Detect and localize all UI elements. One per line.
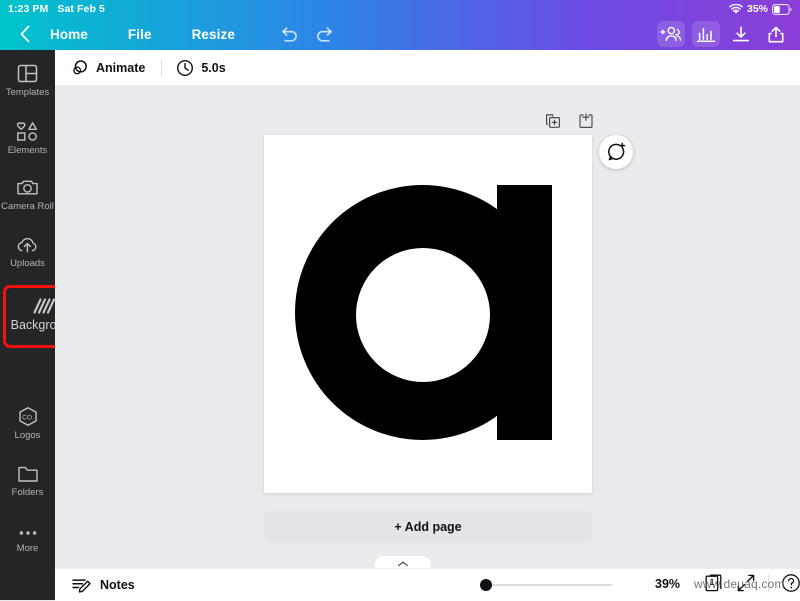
add-page-button-top[interactable]	[578, 113, 594, 129]
design-canvas[interactable]	[264, 135, 592, 493]
context-toolbar: Animate 5.0s	[55, 50, 800, 86]
chevron-left-icon	[19, 25, 31, 43]
menu-home[interactable]: Home	[40, 27, 98, 42]
back-button[interactable]	[8, 25, 42, 43]
uploads-icon	[16, 233, 39, 255]
comment-add-icon	[606, 142, 626, 162]
menu-resize[interactable]: Resize	[182, 27, 245, 42]
sidebar-label: Elements	[7, 145, 48, 156]
wifi-icon	[729, 3, 743, 15]
zoom-level: 39%	[655, 577, 681, 591]
folders-icon	[17, 462, 39, 484]
share-button[interactable]	[762, 21, 790, 47]
animate-label: Animate	[96, 60, 146, 75]
add-comment-button[interactable]	[599, 135, 633, 169]
sidebar-item-camera-roll[interactable]: Camera Roll	[0, 176, 55, 212]
duration-button[interactable]: 5.0s	[176, 59, 226, 77]
add-collaborator-button[interactable]	[657, 21, 685, 47]
sidebar-label: Logos	[14, 430, 41, 441]
canvas-letter-a-artwork	[264, 135, 592, 493]
camera-roll-icon	[16, 176, 39, 198]
zoom-slider-handle[interactable]	[480, 579, 492, 591]
download-button[interactable]	[727, 21, 755, 47]
insights-button[interactable]	[692, 21, 720, 47]
clock-icon	[176, 59, 194, 77]
page-tools	[545, 113, 594, 129]
battery-percent: 35%	[746, 3, 768, 15]
history-controls	[279, 25, 335, 43]
redo-icon[interactable]	[315, 25, 335, 43]
zoom-slider[interactable]	[480, 578, 615, 592]
logos-icon: CO.	[17, 405, 39, 427]
ios-status-bar: 1:23 PM Sat Feb 5 35%	[0, 0, 800, 18]
status-right-cluster: 35%	[729, 3, 792, 15]
notes-button[interactable]: Notes	[71, 576, 135, 594]
bottom-bar: Notes 39% 1	[55, 568, 800, 601]
top-gradient-header: 1:23 PM Sat Feb 5 35% Home File Resize	[0, 0, 800, 50]
sidebar-label: Camera Roll	[1, 201, 54, 212]
elements-icon	[16, 120, 39, 142]
sidebar-item-templates[interactable]: Templates	[0, 62, 55, 98]
sidebar-label: Templates	[5, 87, 50, 98]
background-icon	[30, 295, 58, 317]
sidebar-label: Folders	[11, 487, 44, 498]
sidebar-item-logos[interactable]: CO. Logos	[0, 405, 55, 441]
templates-icon	[17, 62, 38, 84]
status-time: 1:23 PM	[8, 3, 49, 15]
animate-icon	[70, 58, 89, 77]
notes-label: Notes	[100, 578, 135, 592]
duration-label: 5.0s	[201, 60, 226, 75]
sidebar-item-elements[interactable]: Elements	[0, 120, 55, 156]
add-page-label: + Add page	[394, 520, 462, 534]
sidebar-label: More	[16, 543, 39, 554]
battery-icon	[772, 3, 792, 15]
menu-file[interactable]: File	[118, 27, 162, 42]
animate-button[interactable]: Animate	[70, 58, 145, 77]
svg-text:CO.: CO.	[22, 414, 34, 421]
add-collaborator-icon	[660, 25, 682, 43]
canva-editor-app: 1:23 PM Sat Feb 5 35% Home File Resize T…	[0, 0, 800, 601]
top-actions	[657, 21, 790, 47]
download-icon	[731, 25, 751, 44]
undo-icon[interactable]	[279, 25, 299, 43]
editor-top-toolbar: Home File Resize	[0, 18, 800, 50]
more-icon	[17, 518, 39, 540]
notes-icon	[71, 576, 91, 594]
sidebar-label: Uploads	[10, 258, 45, 269]
editor-workspace: + Add page	[55, 85, 800, 570]
sidebar-item-folders[interactable]: Folders	[0, 462, 55, 498]
zoom-slider-track	[488, 584, 612, 586]
duplicate-page-icon	[545, 113, 561, 129]
add-page-button[interactable]: + Add page	[264, 511, 592, 543]
toolbar-divider	[161, 58, 163, 77]
site-watermark: www.deuaq.com	[694, 577, 785, 591]
sidebar-item-uploads[interactable]: Uploads	[0, 233, 55, 269]
status-date: Sat Feb 5	[57, 3, 105, 15]
bar-chart-icon	[696, 25, 716, 43]
duplicate-page-button[interactable]	[545, 113, 561, 129]
add-page-icon	[578, 113, 594, 129]
sidebar-item-more[interactable]: More	[0, 518, 55, 554]
share-icon	[766, 25, 786, 44]
